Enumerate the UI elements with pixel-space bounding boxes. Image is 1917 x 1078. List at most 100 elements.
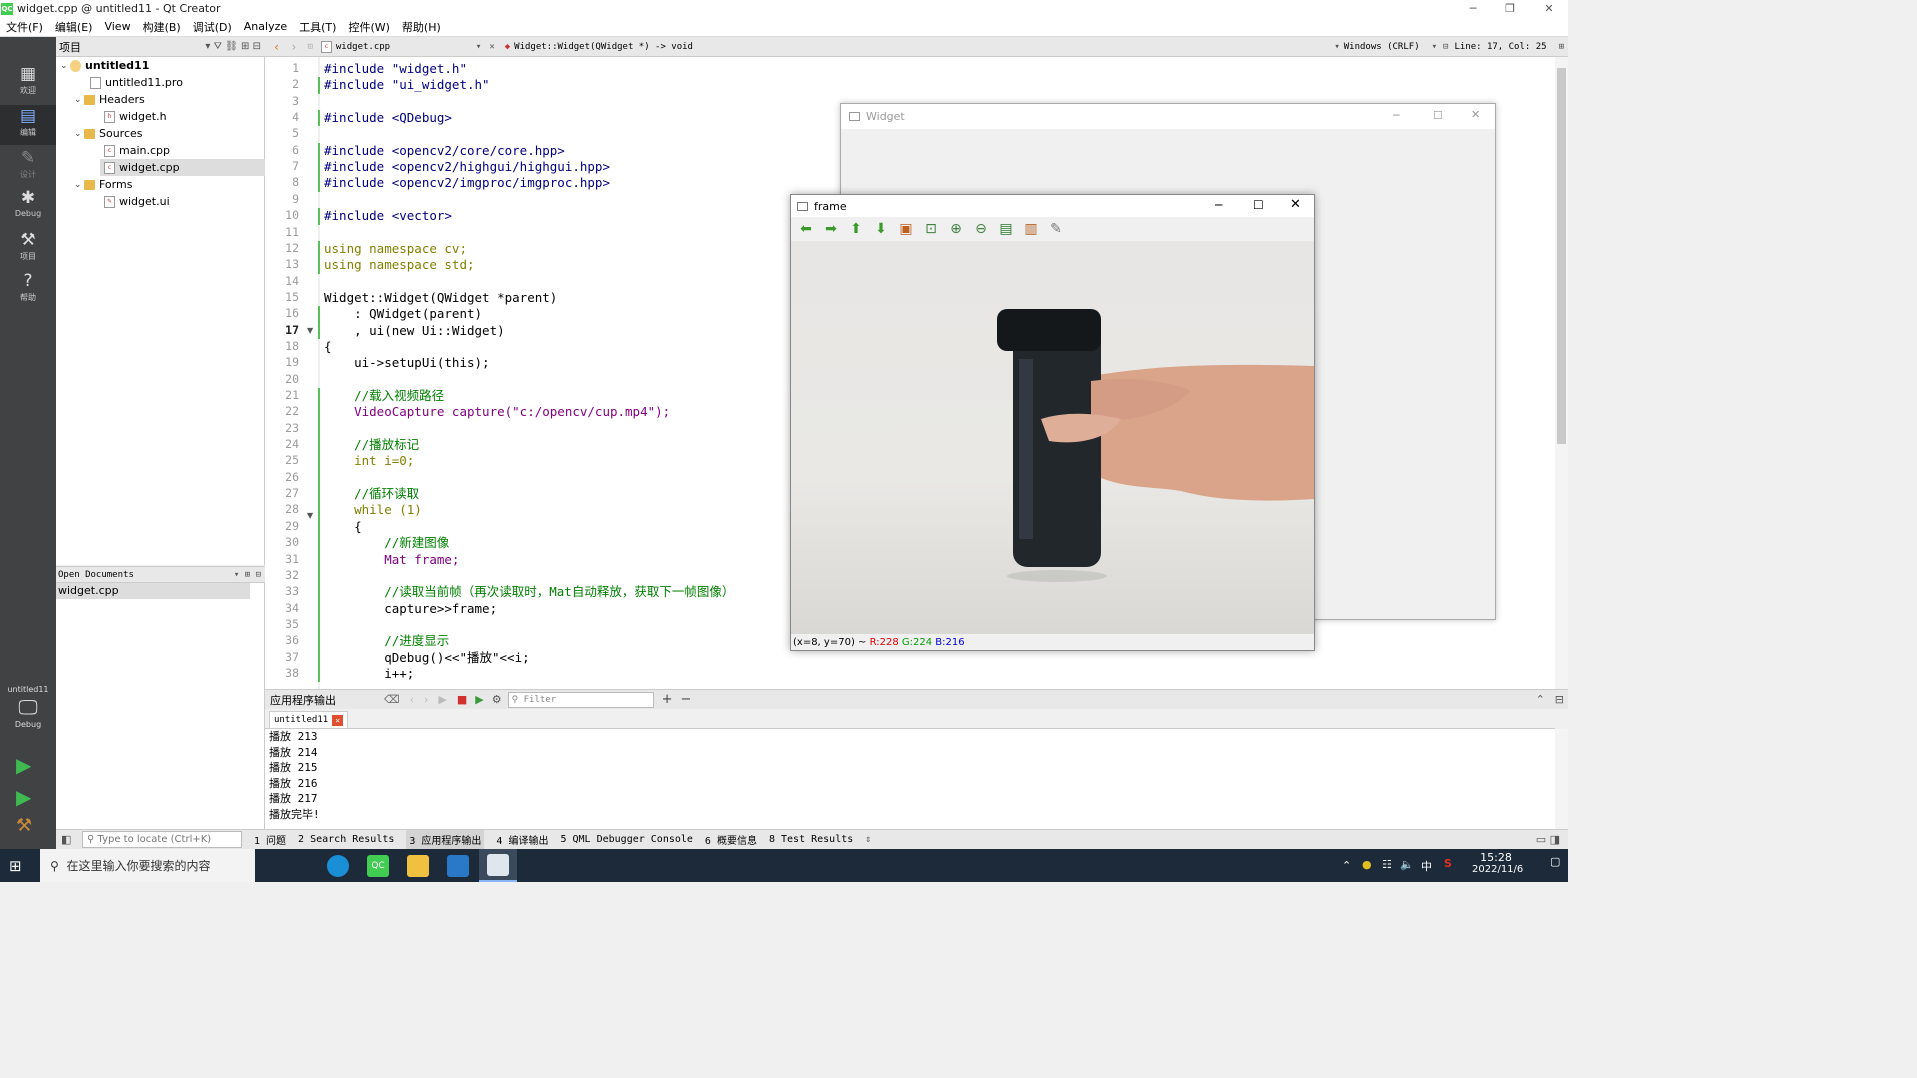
pane-qml-debugger[interactable]: 5 QML Debugger Console	[560, 834, 692, 845]
qt-creator-taskbar-icon[interactable]: QC	[359, 849, 397, 882]
taskbar-clock[interactable]: 15:28 2022/11/6	[1472, 851, 1523, 875]
pan-right-icon[interactable]: ➡	[820, 219, 842, 239]
kit-selector[interactable]: untitled11 🖵 Debug	[0, 685, 56, 729]
zoom-original-icon[interactable]: ⊡	[920, 219, 942, 239]
zoom-out-icon[interactable]: ⊖	[970, 219, 992, 239]
next-icon[interactable]: ›	[424, 693, 428, 706]
network-icon[interactable]: ☷	[1382, 858, 1392, 871]
frame-maximize-button[interactable]: ☐	[1253, 198, 1264, 212]
zoom-in-icon[interactable]: ⊕	[945, 219, 967, 239]
prev-icon[interactable]: ‹	[410, 693, 414, 706]
minimize-button[interactable]: ─	[1458, 0, 1488, 17]
edge-browser-icon[interactable]	[319, 849, 357, 882]
output-tab-untitled11[interactable]: untitled11 ✕	[269, 711, 349, 728]
save-icon[interactable]: ▤	[995, 219, 1017, 239]
mode-design[interactable]: ✎ 设计	[0, 147, 56, 187]
fold-marker-icon[interactable]: ▼	[307, 326, 313, 335]
locator-input[interactable]: ⚲ Type to locate (Ctrl+K)	[82, 831, 242, 848]
editor-scrollbar-thumb[interactable]	[1557, 68, 1566, 444]
tree-item-widget-h[interactable]: h widget.h	[104, 108, 167, 125]
tree-item-widget-ui[interactable]: ✎ widget.ui	[104, 193, 170, 210]
output-scrollbar[interactable]	[1555, 729, 1568, 829]
attach-debugger-icon[interactable]: ▶	[475, 693, 483, 706]
tree-item-pro-file[interactable]: untitled11.pro	[90, 74, 183, 91]
close-button[interactable]: ✕	[1534, 0, 1564, 17]
tree-item-forms[interactable]: ⌄ Forms	[74, 176, 132, 193]
menu-file[interactable]: 文件(F)	[0, 19, 49, 35]
menu-debug[interactable]: 调试(D)	[187, 19, 238, 35]
file-dropdown-icon[interactable]: ▾	[476, 42, 481, 52]
mode-help[interactable]: ? 帮助	[0, 270, 56, 310]
zoom-out-output-icon[interactable]: −	[681, 692, 692, 707]
zoom-in-output-icon[interactable]: +	[662, 692, 673, 707]
zoom-fit-icon[interactable]: ▣	[895, 219, 917, 239]
volume-icon[interactable]: 🔈	[1400, 858, 1414, 871]
pane-app-output[interactable]: 3 应用程序输出	[406, 830, 485, 849]
stop-icon[interactable]: ■	[457, 693, 467, 706]
app-window-icon[interactable]	[439, 849, 477, 882]
fold-marker-icon[interactable]: ▼	[307, 511, 313, 520]
pan-down-icon[interactable]: ⬇	[870, 219, 892, 239]
frame-minimize-button[interactable]: ─	[1215, 198, 1222, 212]
menu-build[interactable]: 构建(B)	[137, 19, 187, 35]
file-selector[interactable]: widget.cpp	[336, 42, 476, 52]
cursor-position[interactable]: Line: 17, Col: 25	[1454, 42, 1546, 52]
line-ending-selector[interactable]: Windows (CRLF)	[1344, 42, 1420, 52]
mode-welcome[interactable]: ▦ 欢迎	[0, 63, 56, 103]
output-pane-title[interactable]: 应用程序输出	[270, 692, 380, 708]
taskbar-search[interactable]: ⚲ 在这里输入你要搜索的内容	[40, 849, 255, 882]
close-file-icon[interactable]: ✕	[489, 42, 494, 52]
widget-close-button[interactable]: ✕	[1471, 108, 1480, 121]
pan-left-icon[interactable]: ⬅	[795, 219, 817, 239]
clear-output-icon[interactable]: ⌫	[384, 693, 400, 706]
frame-window-taskbar-icon[interactable]	[479, 849, 517, 882]
mode-edit[interactable]: ▤ 编辑	[0, 105, 56, 145]
pane-compile-output[interactable]: 4 编译输出	[496, 832, 548, 847]
split-icon[interactable]: ⊟	[1443, 42, 1448, 52]
split-editor-icon[interactable]: ⊞	[1559, 42, 1564, 52]
encoding-dropdown-icon[interactable]: ▾	[1432, 42, 1437, 52]
mode-debug[interactable]: ✱ Debug	[0, 187, 56, 227]
pane-general-messages[interactable]: 6 概要信息	[705, 832, 757, 847]
pane-issues[interactable]: 1 问题	[254, 832, 286, 847]
copy-icon[interactable]: ▥	[1020, 219, 1042, 239]
toggle-sidebar-icon[interactable]: ◧	[61, 833, 71, 846]
run-button[interactable]: ▶	[16, 753, 31, 777]
video-frame-image[interactable]	[791, 241, 1314, 634]
file-explorer-icon[interactable]	[399, 849, 437, 882]
menu-help[interactable]: 帮助(H)	[396, 19, 447, 35]
tree-item-widget-cpp[interactable]: c widget.cpp	[100, 159, 265, 176]
application-output[interactable]: 播放 213 播放 214 播放 215 播放 216 播放 217 播放完毕!	[265, 729, 1555, 829]
symbol-selector[interactable]: Widget::Widget(QWidget *) -> void	[514, 42, 693, 52]
menu-analyze[interactable]: Analyze	[238, 20, 293, 33]
project-pane-title[interactable]: 项目	[59, 39, 81, 55]
menu-tools[interactable]: 工具(T)	[293, 19, 342, 35]
tree-item-project[interactable]: ⌄ untitled11	[60, 57, 149, 74]
close-pane-icon[interactable]: ⊟	[1555, 693, 1564, 706]
build-hammer-button[interactable]: ⚒	[16, 815, 32, 836]
tray-app-icon[interactable]: ●	[1362, 858, 1372, 871]
menu-view[interactable]: View	[98, 20, 136, 33]
open-documents-title[interactable]: Open Documents	[58, 570, 134, 580]
pan-up-icon[interactable]: ⬆	[845, 219, 867, 239]
debug-run-button[interactable]: ▶	[16, 785, 31, 809]
restore-button[interactable]: ❐	[1495, 0, 1525, 17]
rerun-icon[interactable]: ▶	[438, 693, 446, 706]
menu-controls[interactable]: 控件(W)	[342, 19, 395, 35]
widget-minimize-button[interactable]: ─	[1393, 109, 1400, 122]
close-tab-icon[interactable]: ✕	[332, 714, 344, 726]
output-filter-input[interactable]: ⚲ Filter	[507, 691, 654, 708]
open-doc-item[interactable]: widget.cpp	[56, 583, 250, 599]
tray-chevron-icon[interactable]: ⌃	[1342, 859, 1351, 872]
windows-start-icon[interactable]: ⊞	[9, 857, 22, 875]
settings-gear-icon[interactable]: ⚙	[492, 693, 502, 706]
frame-window[interactable]: frame ─ ☐ ✕ ⬅ ➡ ⬆ ⬇ ▣ ⊡ ⊕ ⊖ ▤ ▥ ✎ (x=8, …	[790, 194, 1315, 651]
tree-item-headers[interactable]: ⌄ Headers	[74, 91, 145, 108]
widget-maximize-button[interactable]: ☐	[1433, 109, 1443, 122]
progress-toggle-icon[interactable]: ▭ ◨	[1536, 833, 1560, 846]
ime-indicator[interactable]: 中	[1421, 858, 1432, 874]
menu-edit[interactable]: 编辑(E)	[49, 19, 99, 35]
pane-toolbar-icons[interactable]: ▾ ⛛ ⛓ ⊞ ⊟	[205, 41, 261, 52]
pane-search-results[interactable]: 2 Search Results	[298, 834, 394, 845]
frame-close-button[interactable]: ✕	[1290, 197, 1301, 212]
